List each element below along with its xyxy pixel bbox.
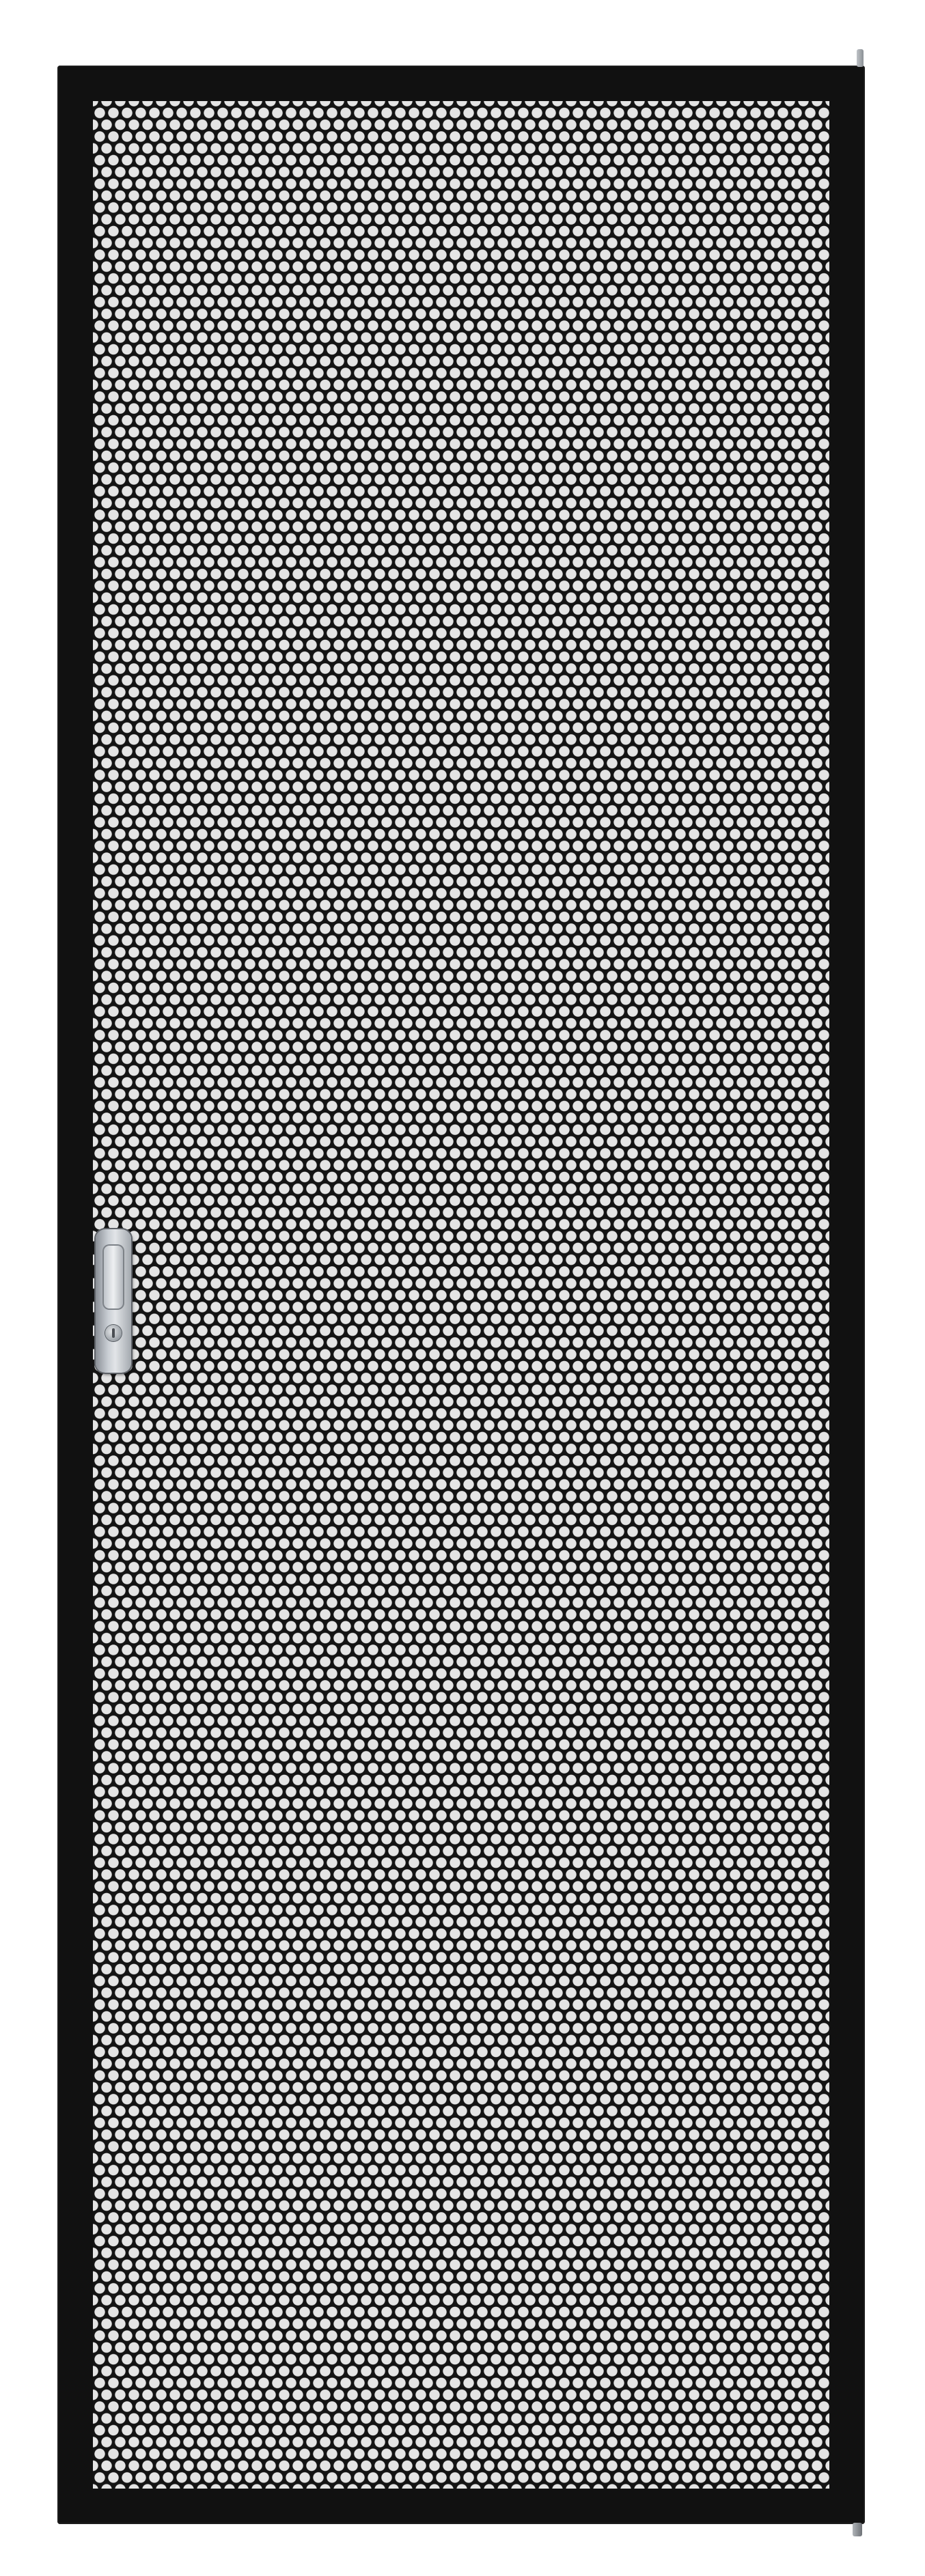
- bottom-hinge-pin: [853, 2523, 862, 2536]
- top-hinge-pin: [857, 49, 864, 67]
- door-handle-icon[interactable]: [96, 1229, 131, 1373]
- keyhole-icon: [105, 1325, 122, 1341]
- perforated-mesh: [93, 101, 829, 2489]
- handle-grip[interactable]: [102, 1244, 124, 1310]
- perforated-door-panel: [57, 66, 865, 2524]
